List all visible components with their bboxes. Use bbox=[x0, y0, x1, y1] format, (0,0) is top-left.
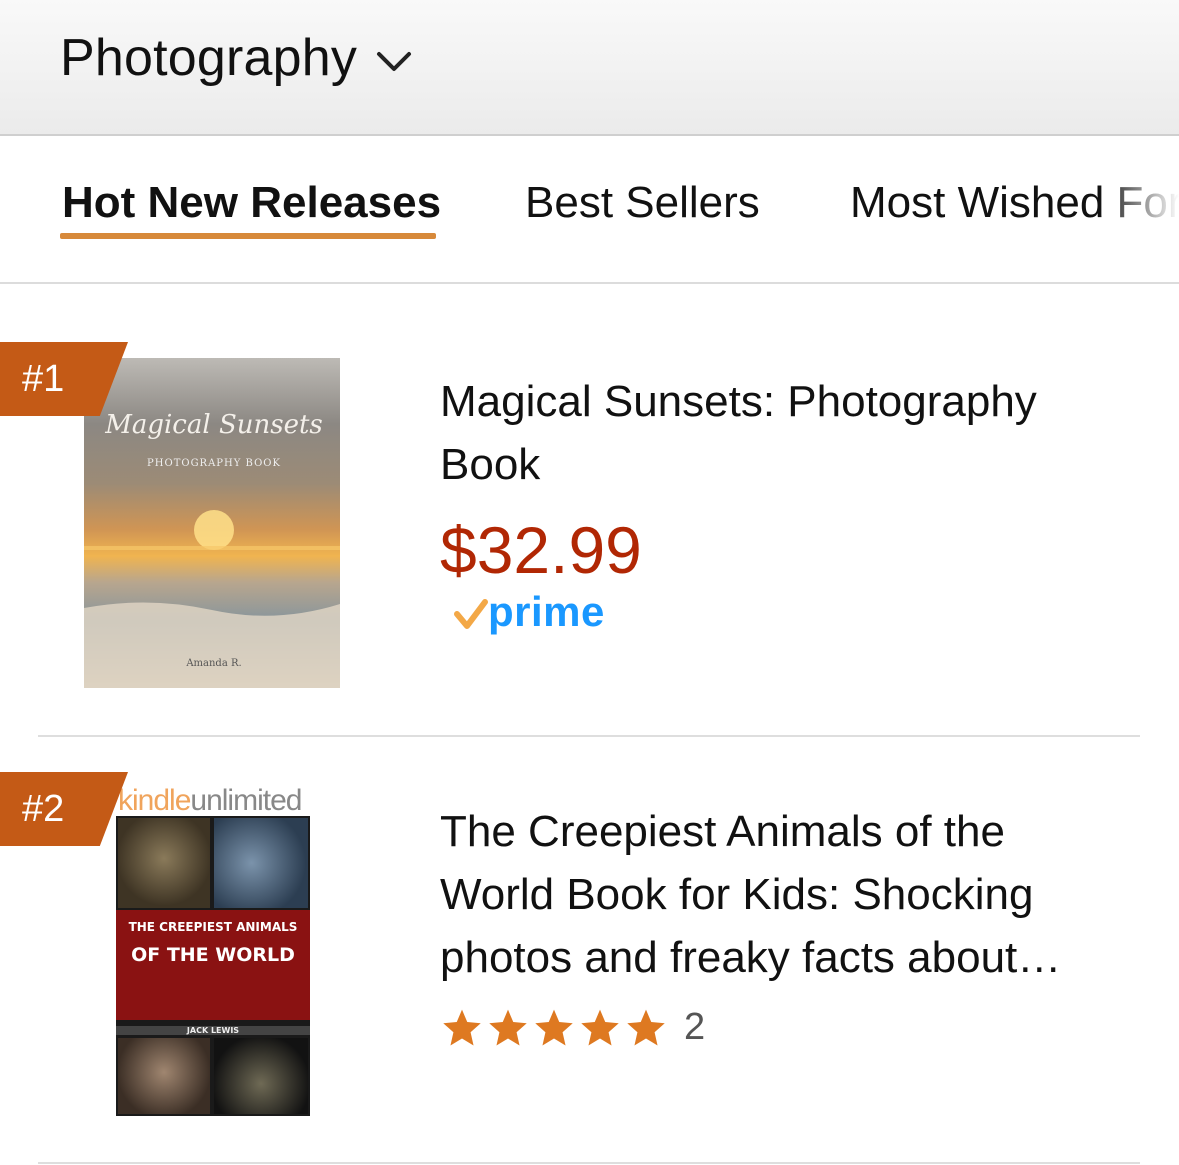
active-tab-underline bbox=[60, 233, 436, 239]
cover-photo-frog bbox=[214, 1038, 308, 1114]
category-dropdown[interactable]: Photography bbox=[60, 26, 415, 90]
category-header: Photography bbox=[0, 0, 1179, 136]
check-icon bbox=[454, 599, 488, 629]
item-title[interactable]: Magical Sunsets: Photography Book bbox=[440, 370, 1120, 496]
star-icon bbox=[489, 1009, 527, 1045]
star-icon bbox=[627, 1009, 665, 1045]
cover-photo-bird bbox=[118, 818, 210, 908]
cover-title: Magical Sunsets bbox=[105, 410, 323, 440]
rank-badge: #2 bbox=[0, 772, 128, 846]
prime-label: prime bbox=[488, 588, 605, 635]
book-cover-creepiest-animals[interactable]: THE CREEPIEST ANIMALS OF THE WORLD JACK … bbox=[116, 816, 310, 1116]
tab-hot-new-releases[interactable]: Hot New Releases bbox=[62, 178, 441, 228]
item-price: $32.99 bbox=[440, 513, 642, 587]
tabs-scroll-fade bbox=[1099, 138, 1179, 282]
cover-author: JACK LEWIS bbox=[116, 1026, 310, 1035]
list-item: Magical Sunsets PHOTOGRAPHY BOOK Amanda … bbox=[0, 340, 1179, 736]
cover-photo-fish bbox=[214, 818, 308, 908]
star-icon bbox=[443, 1009, 481, 1045]
book-cover-magical-sunsets[interactable]: Magical Sunsets PHOTOGRAPHY BOOK Amanda … bbox=[84, 358, 340, 688]
prime-badge: prime bbox=[454, 588, 605, 636]
cover-title-panel: THE CREEPIEST ANIMALS OF THE WORLD bbox=[116, 910, 310, 1020]
kindle-unlimited-badge: kindleunlimited bbox=[118, 784, 302, 818]
ku-kindle-text: kindle bbox=[118, 784, 191, 817]
cover-title-line2: OF THE WORLD bbox=[131, 944, 295, 966]
item-title[interactable]: The Creepiest Animals of the World Book … bbox=[440, 800, 1120, 989]
item-divider bbox=[38, 735, 1140, 737]
star-icon bbox=[535, 1009, 573, 1045]
list-item: kindleunlimited THE CREEPIEST ANIMALS OF… bbox=[0, 770, 1179, 1165]
chevron-down-icon bbox=[377, 52, 412, 71]
cover-subtitle: PHOTOGRAPHY BOOK bbox=[147, 458, 281, 469]
cover-title-line1: THE CREEPIEST ANIMALS bbox=[128, 920, 298, 934]
cover-author: Amanda R. bbox=[186, 658, 242, 669]
list-tabs: Hot New Releases Best Sellers Most Wishe… bbox=[0, 138, 1179, 284]
item-divider bbox=[38, 1162, 1140, 1164]
tab-best-sellers[interactable]: Best Sellers bbox=[525, 178, 760, 228]
sunset-cover-art bbox=[84, 510, 340, 688]
star-rating[interactable]: 2 bbox=[440, 1006, 705, 1049]
rating-count: 2 bbox=[684, 1006, 706, 1048]
star-icon bbox=[581, 1009, 619, 1045]
category-title: Photography bbox=[60, 29, 358, 87]
ku-unlimited-text: unlimited bbox=[190, 784, 302, 817]
cover-photo-bat bbox=[118, 1038, 210, 1114]
